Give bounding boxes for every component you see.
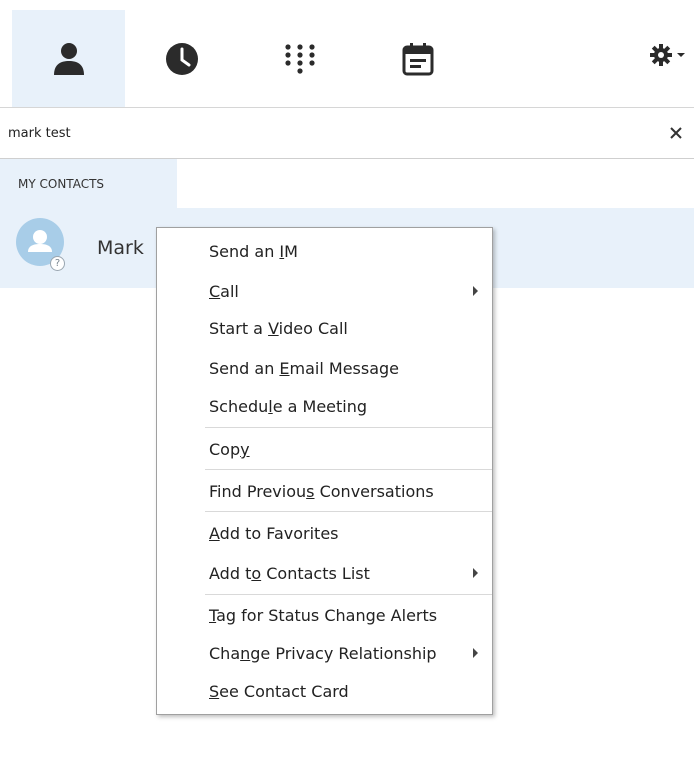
menu-item-tag-status-alerts[interactable]: Tag for Status Change Alerts	[157, 596, 492, 636]
gear-icon	[650, 44, 672, 66]
menu-item-add-to-favorites[interactable]: Add to Favorites	[157, 514, 492, 554]
top-navigation-bar	[0, 0, 694, 108]
menu-item-change-privacy-relationship[interactable]: Change Privacy Relationship	[157, 634, 492, 674]
menu-item-label: Add to Contacts List	[209, 564, 370, 583]
clock-icon	[165, 42, 198, 75]
options-button[interactable]	[650, 40, 694, 70]
clear-search-button[interactable]	[664, 120, 688, 146]
chevron-down-icon	[677, 53, 685, 57]
menu-item-send-im[interactable]: Send an IM	[157, 232, 492, 272]
submenu-arrow-icon	[473, 568, 478, 578]
menu-separator	[205, 511, 492, 512]
menu-item-label: Copy	[209, 440, 250, 459]
menu-item-label: Add to Favorites	[209, 524, 339, 543]
tab-history[interactable]	[125, 10, 238, 107]
menu-item-add-to-contacts-list[interactable]: Add to Contacts List	[157, 554, 492, 594]
menu-item-label: Send an Email Message	[209, 359, 400, 378]
search-input[interactable]	[8, 122, 608, 144]
menu-separator	[205, 427, 492, 428]
contact-name: Mark	[97, 237, 144, 259]
tab-my-contacts[interactable]: MY CONTACTS	[0, 159, 177, 208]
menu-item-schedule-meeting[interactable]: Schedule a Meeting	[157, 387, 492, 427]
contact-context-menu: Send an IM Call Start a Video Call Send …	[156, 227, 493, 715]
dialpad-icon	[284, 43, 315, 74]
search-bar	[0, 108, 694, 159]
submenu-arrow-icon	[473, 648, 478, 658]
menu-item-label: Start a Video Call	[209, 319, 348, 338]
menu-item-call[interactable]: Call	[157, 272, 492, 312]
menu-item-label: Call	[209, 282, 239, 301]
tab-dialpad[interactable]	[243, 10, 356, 107]
menu-item-see-contact-card[interactable]: See Contact Card	[157, 672, 492, 712]
calendar-icon	[402, 42, 433, 75]
menu-item-label: Send an IM	[209, 242, 298, 261]
menu-item-send-email[interactable]: Send an Email Message	[157, 349, 492, 389]
menu-item-label: See Contact Card	[209, 682, 349, 701]
presence-unknown-icon: ?	[50, 256, 65, 271]
menu-item-label: Schedule a Meeting	[209, 397, 368, 416]
menu-item-start-video-call[interactable]: Start a Video Call	[157, 309, 492, 349]
close-icon	[670, 127, 682, 139]
submenu-arrow-icon	[473, 286, 478, 296]
contact-group-tabs: MY CONTACTS	[0, 159, 694, 208]
menu-item-label: Tag for Status Change Alerts	[209, 606, 438, 625]
menu-item-find-previous-conversations[interactable]: Find Previous Conversations	[157, 472, 492, 512]
tab-meetings[interactable]	[361, 10, 474, 107]
menu-separator	[205, 594, 492, 595]
menu-item-label: Change Privacy Relationship	[209, 644, 437, 663]
tab-contacts[interactable]	[12, 10, 125, 107]
menu-separator	[205, 469, 492, 470]
menu-item-label: Find Previous Conversations	[209, 482, 434, 501]
person-icon	[53, 42, 84, 75]
menu-item-copy[interactable]: Copy	[157, 430, 492, 470]
